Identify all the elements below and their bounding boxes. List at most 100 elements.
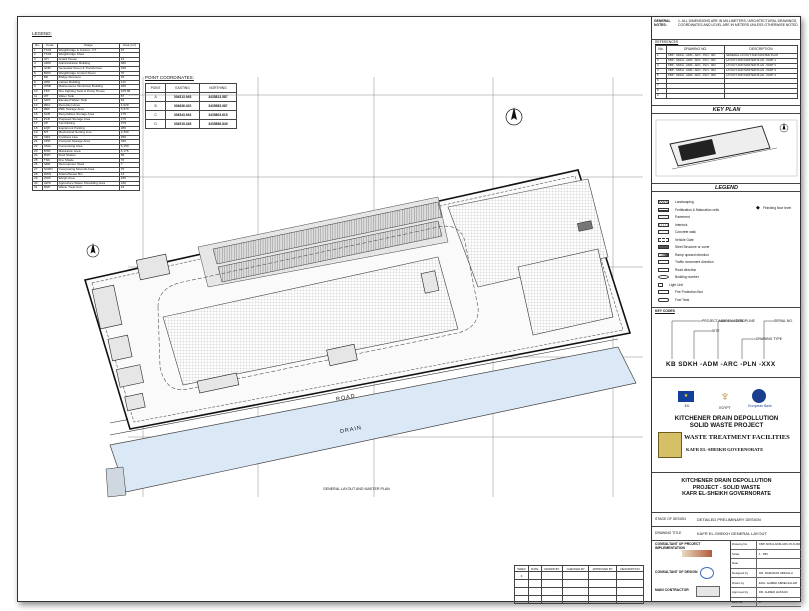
legend-item: Steel Structure or cover bbox=[658, 244, 710, 250]
key-code-string: KB SDKH -ADM -ARC -PLN -XXX bbox=[666, 361, 776, 368]
legend-item-label: Fertilization & Maturation cells bbox=[675, 207, 719, 212]
legend-symbol-icon bbox=[658, 290, 669, 294]
table-cell bbox=[562, 571, 590, 580]
legend-item-label: Road direction bbox=[675, 267, 697, 272]
contractor-logo-icon bbox=[696, 586, 720, 597]
plan-caption: GENERAL LAYOUT AND MASTER PLAN bbox=[323, 487, 390, 491]
table-cell bbox=[724, 92, 798, 99]
table-cell bbox=[616, 579, 644, 588]
signature-value: DR. AHMED HASSAN bbox=[759, 590, 788, 595]
drain-outlet bbox=[105, 466, 127, 498]
signature-value: 0 bbox=[759, 599, 761, 604]
key-code-label: SITE bbox=[712, 329, 720, 333]
key-code-label: SERIAL NO. bbox=[774, 319, 793, 323]
main-contractor-label: MAIN CONTRACTOR bbox=[655, 588, 689, 592]
north-arrow-icon bbox=[86, 243, 100, 258]
table-cell: 0 bbox=[513, 571, 530, 580]
legend-symbol-icon bbox=[658, 207, 669, 212]
legend-item-label: Ramp upward direction bbox=[675, 252, 709, 257]
table-cell bbox=[528, 595, 542, 604]
legend-item-label: Traffic movement direction bbox=[675, 260, 714, 264]
title-block: KITCHENER DRAIN DEPOLLUTION PROJECT - SO… bbox=[652, 472, 801, 513]
legend-symbol-icon bbox=[658, 200, 669, 204]
key-code-label: DRAWING TYPE bbox=[756, 337, 782, 341]
table-row bbox=[513, 579, 644, 588]
legend-symbol-icon bbox=[658, 297, 669, 302]
legend-symbol-icon bbox=[658, 237, 669, 242]
signature-row: Approved by DR. AHMED HASSAN bbox=[731, 587, 801, 598]
references-box: REFERENCES No. DRAWING NO. DESCRIPTION 1… bbox=[652, 39, 801, 106]
legend-item: Ramp upward direction bbox=[658, 252, 709, 258]
legend-item-label: Landscaping bbox=[675, 200, 694, 204]
table-cell bbox=[616, 595, 644, 604]
legend-symbol-icon bbox=[658, 215, 669, 219]
facility-title: WASTE TREATMENT FACILITIES bbox=[684, 434, 790, 441]
site-plan: · · · bbox=[83, 77, 643, 593]
logo-caption: EGYPT bbox=[719, 406, 731, 410]
legend-item: Interlock bbox=[658, 222, 687, 228]
title-panel: GENERAL NOTES: 1- ALL DIMENSIONS ARE IN … bbox=[651, 17, 801, 608]
legend-symbol-icon bbox=[658, 267, 669, 272]
signature-value: KBP-SDKH-ADM-ARC-PLN-001 bbox=[759, 542, 801, 547]
signature-row: Drawing No. KBP-SDKH-ADM-ARC-PLN-001 bbox=[731, 540, 801, 550]
signature-label: Approved by bbox=[731, 587, 757, 597]
legend-item: Vehicle Gate bbox=[658, 237, 694, 243]
drawing-area: LEGEND: No. Code Usage Area (m²) 1 TC01 We… bbox=[18, 17, 648, 601]
drawing-title-row: DRAWING TITLE KAFR EL-SHEIKH GENERAL LAY… bbox=[652, 526, 801, 541]
table-cell bbox=[616, 571, 644, 580]
legend-symbol-icon bbox=[658, 230, 669, 234]
table-cell bbox=[616, 587, 644, 596]
signature-label: Drawn by bbox=[731, 578, 757, 587]
table-cell bbox=[513, 579, 530, 588]
governorate-line: KAFR EL-SHEIKH GOVERNORATE bbox=[686, 447, 764, 452]
signature-value: ENG. AHMED ABDELSALAM bbox=[759, 580, 798, 585]
level-marker-icon: ◆ bbox=[756, 205, 760, 211]
table-cell bbox=[528, 571, 542, 580]
signature-label: Designed by bbox=[731, 568, 757, 578]
table-cell bbox=[540, 587, 564, 596]
signature-row: Drawn by ENG. AHMED ABDELSALAM bbox=[731, 578, 801, 588]
legend-item: Fuel Tank bbox=[658, 297, 689, 303]
table-cell bbox=[562, 595, 590, 604]
legend-item-label: Pavement bbox=[675, 215, 690, 219]
table-row bbox=[513, 595, 644, 604]
table-cell bbox=[540, 571, 564, 580]
bank-logo-icon bbox=[752, 389, 766, 403]
legend-item-label: Concrete walk bbox=[675, 230, 696, 234]
legend-item-label: Fuel Tank bbox=[675, 297, 690, 302]
key-codes-diagram bbox=[671, 320, 774, 359]
general-notes-text: 1- ALL DIMENSIONS ARE IN MILLIMETERS / A… bbox=[678, 19, 798, 28]
signature-value: DR. RAMADAN ABDALLA bbox=[759, 571, 793, 576]
legend-item-label: Interlock bbox=[675, 222, 688, 227]
legend-item: Landscaping bbox=[658, 199, 694, 205]
key-codes-title: KEY CODES bbox=[655, 309, 675, 313]
revision-table: INDEX DATE DRAWN BY CHECKED BY APPROVED BY DE… bbox=[513, 565, 644, 604]
signature-value: 1 : 850 bbox=[759, 551, 768, 556]
legend-item-label: Building number bbox=[675, 275, 699, 279]
legend-symbol-icon bbox=[658, 282, 663, 287]
title-line: KITCHENER DRAIN DEPOLLUTION bbox=[681, 478, 772, 484]
eu-flag-icon: ★ bbox=[678, 391, 694, 402]
legend-item: Fire Protection Box bbox=[658, 289, 703, 295]
table-cell bbox=[588, 579, 618, 588]
table-row: 0 bbox=[513, 571, 644, 580]
legend-item-label: Vehicle Gate bbox=[675, 237, 694, 242]
facility-logo-icon bbox=[658, 432, 682, 458]
table-cell bbox=[588, 587, 618, 596]
legend-item-label: Steel Structure or cover bbox=[675, 245, 710, 249]
consultant-design-label: CONSULTANT OF DESIGN bbox=[655, 570, 698, 574]
drawing-sheet: LEGEND: No. Code Usage Area (m²) 1 TC01 We… bbox=[17, 16, 801, 608]
key-code-label: DISCIPLINE bbox=[736, 319, 755, 323]
logo-caption: EU bbox=[684, 404, 690, 408]
drawing-title-value: KAFR EL-SHEIKH GENERAL LAYOUT bbox=[697, 530, 767, 536]
legend-item: Light Unit bbox=[658, 282, 683, 288]
title-line: PROJECT - SOLID WASTE bbox=[692, 484, 761, 491]
table-cell bbox=[562, 587, 590, 596]
signature-row: Scale 1 : 850 bbox=[731, 549, 801, 560]
stage-row: STAGE OF DESIGN DETAILED PRELIMINARY DES… bbox=[652, 512, 801, 527]
consultant-logo-icon bbox=[682, 550, 712, 557]
table-cell bbox=[513, 587, 530, 596]
title-line: KAFR EL-SHEIKH GOVERNORATE bbox=[682, 491, 771, 498]
legend-symbol-icon bbox=[658, 275, 669, 279]
legend-item-label: Light Unit bbox=[669, 282, 683, 287]
